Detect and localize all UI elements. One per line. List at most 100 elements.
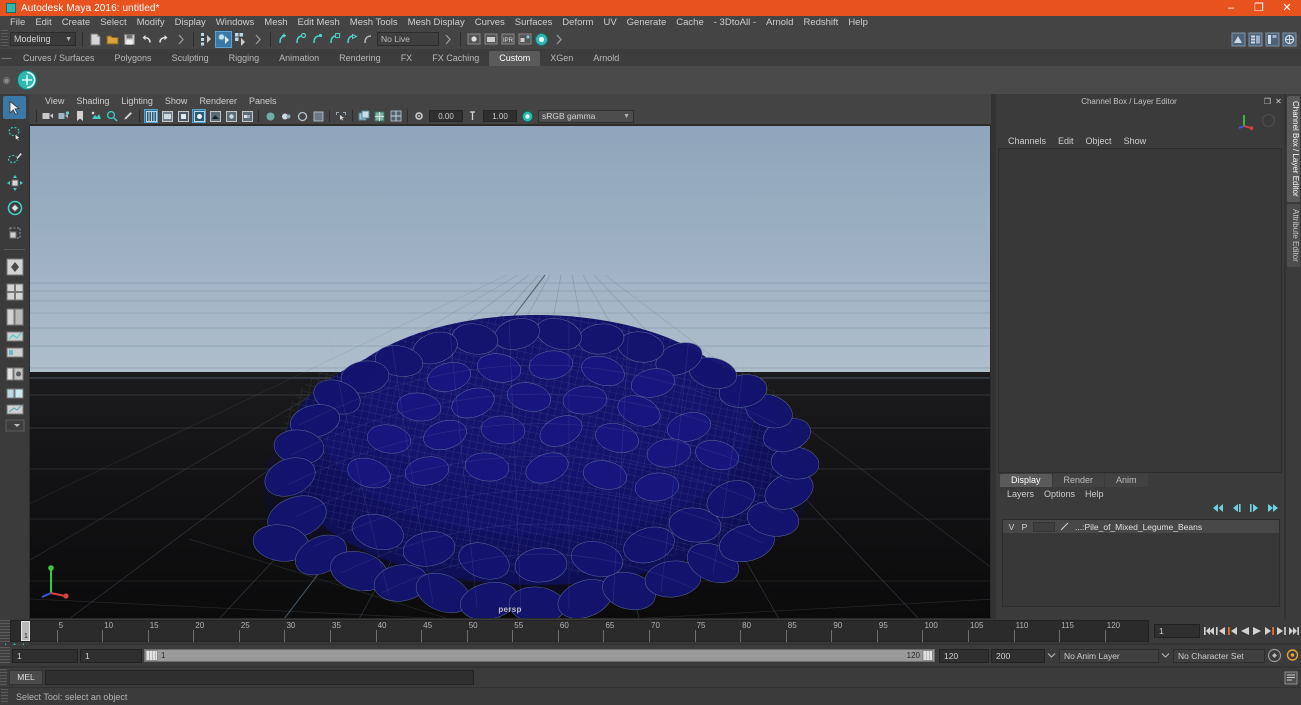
layer-list[interactable]: V P ...:Pile_of_Mixed_Legume_Beans	[1002, 519, 1280, 607]
select-by-hierarchy-icon[interactable]	[198, 31, 215, 48]
step-forward-frame-icon[interactable]	[1263, 624, 1275, 638]
move-layer-down-icon[interactable]	[1248, 503, 1261, 516]
menu-set-selector[interactable]: Modeling ▼	[10, 32, 76, 46]
anim-layer-selector[interactable]: No Anim Layer	[1059, 648, 1159, 663]
paint-selection-tool-icon[interactable]	[3, 146, 26, 169]
auto-keyframe-toggle-icon[interactable]	[1265, 648, 1283, 663]
menu-item-mesh[interactable]: Mesh	[259, 16, 292, 29]
perspective-viewport[interactable]: persp	[29, 125, 991, 619]
menu-item-display[interactable]: Display	[170, 16, 211, 29]
new-scene-icon[interactable]	[87, 31, 104, 48]
shelf-options-icon[interactable]: ◉	[0, 67, 13, 93]
menu-item-generate[interactable]: Generate	[622, 16, 672, 29]
go-to-start-icon[interactable]	[1203, 624, 1215, 638]
menu-item-3dtoall[interactable]: - 3DtoAll -	[709, 16, 761, 29]
show-hide-modeling-toolkit-icon[interactable]	[1230, 31, 1247, 48]
menu-item-arnold[interactable]: Arnold	[761, 16, 798, 29]
select-tool-icon[interactable]	[3, 96, 26, 119]
vertical-tab-attribute-editor[interactable]: Attribute Editor	[1287, 203, 1300, 267]
current-frame-field[interactable]: 1	[1154, 624, 1200, 638]
move-tool-icon[interactable]	[3, 171, 26, 194]
layer-menu-help[interactable]: Help	[1080, 487, 1109, 501]
isolate-select-icon[interactable]	[334, 109, 348, 123]
menu-item-edit[interactable]: Edit	[30, 16, 56, 29]
range-slider-right-handle[interactable]	[922, 650, 933, 661]
menu-item-deform[interactable]: Deform	[557, 16, 598, 29]
move-layer-up-icon[interactable]	[1230, 503, 1243, 516]
layer-editor-tab-render[interactable]: Render	[1052, 474, 1105, 487]
viewport-menu-panels[interactable]: Panels	[243, 94, 283, 108]
character-set-selector[interactable]: No Character Set	[1173, 648, 1265, 663]
menu-item-mesh-display[interactable]: Mesh Display	[403, 16, 470, 29]
menu-item-edit-mesh[interactable]: Edit Mesh	[293, 16, 345, 29]
layout-single-perspective-icon[interactable]	[3, 255, 26, 278]
camera-attributes-icon[interactable]	[57, 109, 71, 123]
motion-blur-icon[interactable]	[240, 109, 254, 123]
snap-to-projected-center-icon[interactable]	[326, 31, 343, 48]
statusline-expand-icon[interactable]	[172, 31, 189, 48]
snap-to-point-icon[interactable]	[309, 31, 326, 48]
viewport-menu-view[interactable]: View	[39, 94, 70, 108]
range-slider-grip[interactable]	[0, 646, 10, 665]
time-slider-grip[interactable]	[0, 620, 10, 642]
snap-to-grid-icon[interactable]	[275, 31, 292, 48]
menu-item-mesh-tools[interactable]: Mesh Tools	[345, 16, 403, 29]
layer-editor-tab-anim[interactable]: Anim	[1105, 474, 1148, 487]
render-settings-icon[interactable]	[516, 31, 533, 48]
select-camera-icon[interactable]	[41, 109, 55, 123]
ipr-render-icon[interactable]: IPR	[499, 31, 516, 48]
close-button[interactable]: ✕	[1273, 0, 1301, 16]
menu-item-surfaces[interactable]: Surfaces	[510, 16, 558, 29]
layer-name[interactable]: ...:Pile_of_Mixed_Legume_Beans	[1075, 522, 1202, 532]
xray-icon[interactable]	[263, 109, 277, 123]
open-render-view-icon[interactable]	[465, 31, 482, 48]
xray-active-components-icon[interactable]	[295, 109, 309, 123]
vertical-tab-channel-box[interactable]: Channel Box / Layer Editor	[1287, 96, 1300, 202]
undo-icon[interactable]	[138, 31, 155, 48]
wireframe-shading-icon[interactable]	[144, 109, 158, 123]
range-start-time-field[interactable]: 1	[80, 648, 142, 663]
xray-joints-icon[interactable]	[279, 109, 293, 123]
make-live-icon[interactable]	[360, 31, 377, 48]
menu-item-file[interactable]: File	[5, 16, 30, 29]
layer-editor-tab-display[interactable]: Display	[1000, 474, 1052, 487]
smooth-shade-selected-icon[interactable]	[176, 109, 190, 123]
color-profile-selector[interactable]: sRGB gamma ▼	[538, 109, 634, 123]
menu-item-windows[interactable]: Windows	[211, 16, 260, 29]
image-plane-icon[interactable]	[89, 109, 103, 123]
animation-preferences-icon[interactable]	[1283, 649, 1301, 663]
menu-item-select[interactable]: Select	[95, 16, 131, 29]
snap-expand-icon[interactable]	[439, 31, 456, 48]
render-current-frame-icon[interactable]	[482, 31, 499, 48]
playback-options-icon[interactable]	[1045, 649, 1057, 663]
hypershade-icon[interactable]	[533, 31, 550, 48]
channel-box-menu-edit[interactable]: Edit	[1052, 134, 1080, 148]
menu-item-create[interactable]: Create	[57, 16, 96, 29]
display-textures-icon[interactable]	[357, 109, 371, 123]
layer-row[interactable]: V P ...:Pile_of_Mixed_Legume_Beans	[1003, 520, 1279, 533]
close-panel-icon[interactable]: ✕	[1273, 96, 1284, 107]
range-slider-bar[interactable]: 1 120	[144, 649, 935, 662]
play-forwards-icon[interactable]	[1251, 624, 1263, 638]
grease-pencil-icon[interactable]	[121, 109, 135, 123]
script-editor-icon[interactable]	[1283, 670, 1298, 685]
range-end-time-field[interactable]: 120	[939, 648, 989, 663]
screen-space-ao-icon[interactable]	[224, 109, 238, 123]
exposure-toggle-icon[interactable]	[311, 109, 325, 123]
select-mask-expand-icon[interactable]	[249, 31, 266, 48]
go-to-end-icon[interactable]	[1287, 624, 1299, 638]
show-hide-channel-box-icon[interactable]	[1281, 31, 1298, 48]
shelf-tab-arnold[interactable]: Arnold	[583, 51, 630, 66]
smooth-shade-all-icon[interactable]	[160, 109, 174, 123]
layout-three-pane-icon[interactable]	[3, 402, 26, 417]
menu-item-curves[interactable]: Curves	[470, 16, 510, 29]
layer-menu-layers[interactable]: Layers	[1002, 487, 1039, 501]
save-scene-icon[interactable]	[121, 31, 138, 48]
scale-tool-icon[interactable]	[3, 221, 26, 244]
help-line-grip[interactable]	[1, 689, 8, 704]
two-d-pan-zoom-icon[interactable]	[105, 109, 119, 123]
quick-layout-menu-icon[interactable]	[3, 418, 26, 433]
show-hide-tool-settings-icon[interactable]	[1264, 31, 1281, 48]
exposure-field[interactable]: 0.00	[429, 110, 463, 122]
select-by-object-type-icon[interactable]	[215, 30, 232, 48]
